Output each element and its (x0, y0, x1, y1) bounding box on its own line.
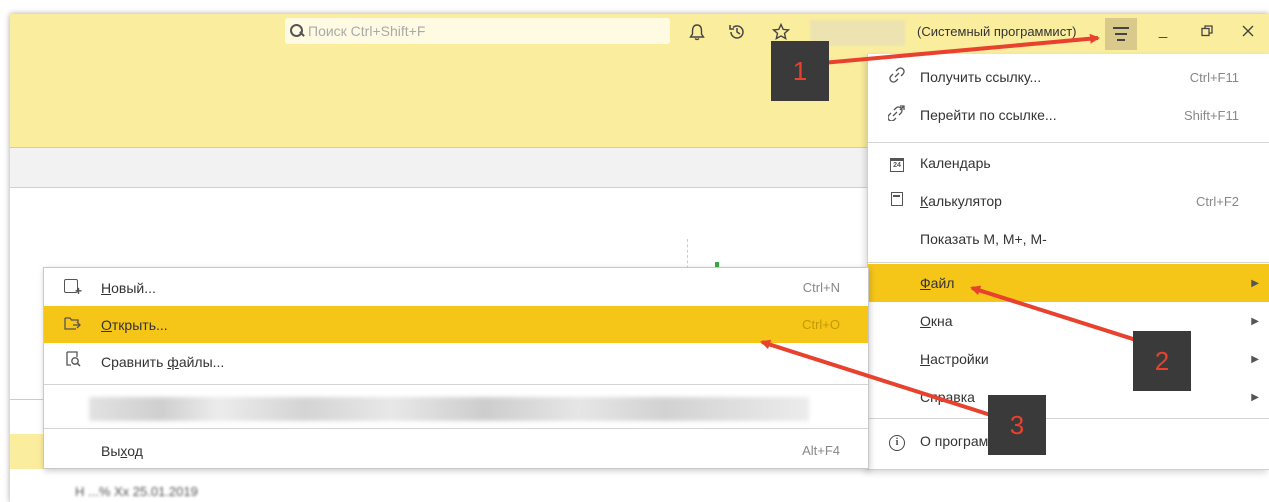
menu-item-about[interactable]: i О программе... (868, 422, 1269, 460)
menu-item-help[interactable]: Справка ▶ (868, 378, 1269, 416)
file-submenu: + Новый... Ctrl+N Открыть... Ctrl+O Срав… (43, 267, 869, 469)
app-window: (Системный программист) _ Н ...% Хх 25.0… (10, 14, 1269, 502)
bell-icon[interactable] (686, 21, 708, 43)
menu-item-file[interactable]: Файл ▶ (868, 264, 1269, 302)
menu-item-windows[interactable]: Окна ▶ (868, 302, 1269, 340)
restore-button[interactable] (1197, 24, 1217, 41)
divider (10, 399, 46, 400)
menu-item-new[interactable]: + Новый... Ctrl+N (44, 269, 868, 306)
user-role-label: (Системный программист) (917, 24, 1077, 39)
menu-item-label: Получить ссылку... (920, 69, 1042, 85)
table-row-selected (10, 434, 46, 469)
recent-file-item-blurred[interactable] (89, 397, 809, 421)
main-menu-button[interactable] (1105, 18, 1137, 50)
menu-line-icon (1117, 39, 1125, 41)
open-file-icon (64, 315, 84, 335)
shortcut-label: Ctrl+F2 (1196, 193, 1239, 209)
form-header-panel (10, 56, 868, 148)
shortcut-label: Ctrl+F11 (1189, 69, 1239, 85)
menu-item-label: Окна (920, 313, 953, 329)
background-row-text: Н ...% Хх 25.01.2019 (75, 484, 198, 499)
info-icon: i (886, 432, 908, 451)
menu-item-label: Справка (920, 389, 975, 405)
menu-item-exit[interactable]: Выход Alt+F4 (44, 432, 868, 469)
calculator-icon (886, 192, 908, 210)
menu-item-goto-link[interactable]: Перейти по ссылке... Shift+F11 (868, 96, 1269, 134)
menu-item-label: Календарь (920, 155, 991, 171)
compare-files-icon (64, 351, 84, 372)
shortcut-label: Shift+F11 (1183, 107, 1239, 123)
menu-separator (868, 142, 1269, 143)
link-icon (886, 67, 908, 87)
top-toolbar: (Системный программист) _ (10, 14, 1269, 56)
menu-item-label: Сравнить файлы... (101, 353, 225, 370)
search-icon (289, 23, 305, 39)
form-toolbar-strip (10, 148, 868, 188)
menu-item-calculator[interactable]: Калькулятор Ctrl+F2 (868, 182, 1269, 220)
menu-separator (868, 262, 1269, 263)
submenu-arrow-icon: ▶ (1251, 277, 1259, 289)
submenu-arrow-icon: ▶ (1251, 315, 1259, 327)
history-icon[interactable] (726, 21, 748, 43)
main-menu-dropdown: Получить ссылку... Ctrl+F11 Перейти по с… (867, 54, 1269, 470)
goto-link-icon (886, 105, 908, 125)
shortcut-label: Alt+F4 (802, 443, 840, 458)
menu-line-icon (1113, 27, 1129, 29)
annotation-step-2: 2 (1133, 331, 1191, 391)
new-file-icon: + (64, 278, 84, 297)
menu-item-open[interactable]: Открыть... Ctrl+O (44, 306, 868, 343)
menu-line-icon (1115, 33, 1127, 35)
menu-item-label: Открыть... (101, 316, 168, 333)
menu-separator (44, 384, 868, 385)
close-button[interactable] (1238, 24, 1258, 41)
menu-item-label: Показать M, M+, M- (920, 231, 1047, 247)
menu-item-get-link[interactable]: Получить ссылку... Ctrl+F11 (868, 58, 1269, 96)
menu-item-label: Файл (920, 275, 955, 291)
menu-item-label: Выход (101, 442, 143, 459)
menu-item-label: Калькулятор (920, 193, 1002, 209)
menu-item-calendar[interactable]: 24 Календарь (868, 144, 1269, 182)
annotation-step-3: 3 (988, 395, 1046, 455)
submenu-arrow-icon: ▶ (1251, 353, 1259, 365)
submenu-arrow-icon: ▶ (1251, 391, 1259, 403)
shortcut-label: Ctrl+N (802, 280, 840, 295)
star-icon[interactable] (770, 21, 792, 43)
search-box[interactable] (285, 18, 670, 44)
menu-item-label: Новый... (101, 279, 156, 296)
shortcut-label: Ctrl+O (802, 317, 840, 332)
search-input[interactable] (308, 23, 638, 39)
menu-item-compare-files[interactable]: Сравнить файлы... (44, 343, 868, 380)
annotation-step-1: 1 (771, 41, 829, 101)
calendar-icon: 24 (886, 154, 908, 172)
menu-item-show-memory[interactable]: Показать M, M+, M- (868, 220, 1269, 258)
menu-separator (868, 418, 1269, 419)
menu-item-label: Перейти по ссылке... (920, 107, 1057, 123)
menu-separator (44, 428, 868, 429)
menu-item-settings[interactable]: Настройки ▶ (868, 340, 1269, 378)
minimize-button[interactable]: _ (1153, 22, 1173, 39)
menu-item-label: Настройки (920, 351, 989, 367)
